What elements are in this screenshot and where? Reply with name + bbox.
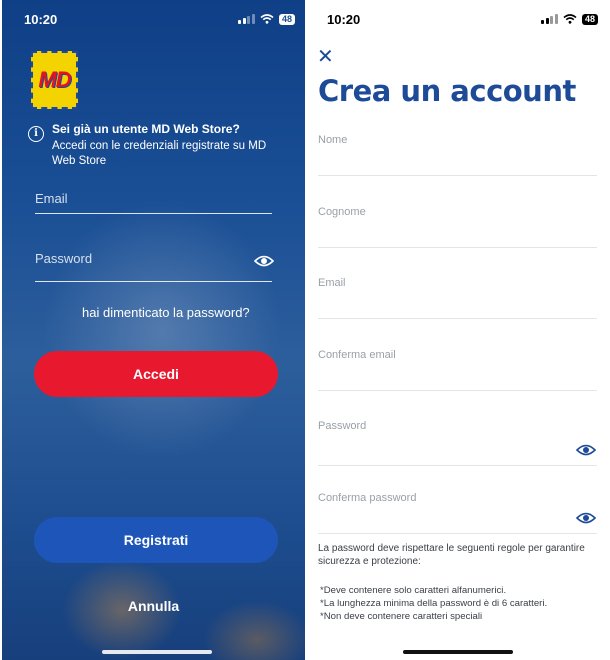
confirm-password-label: Conferma password [318,492,417,504]
confirm-email-label: Conferma email [318,349,396,361]
wifi-icon [260,14,274,24]
info-icon: i [28,126,44,142]
login-screen: 10:20 48 MD i Sei già un utente MD Web S… [2,0,305,660]
register-button[interactable]: Registrati [34,517,278,563]
eye-icon[interactable] [254,255,274,267]
nome-label: Nome [318,134,348,146]
signal-icon [541,14,558,24]
forgot-password-link[interactable]: hai dimenticato la password? [82,305,250,320]
confirm-password-field[interactable]: Conferma password [318,488,597,534]
login-button[interactable]: Accedi [34,351,278,397]
close-icon[interactable]: ✕ [317,44,334,68]
cognome-label: Cognome [318,206,366,218]
password-rules-intro: La password deve rispettare le seguenti … [318,543,585,567]
logo-text: MD [38,67,71,92]
email-placeholder: Email [35,191,68,206]
email-label: Email [318,277,346,289]
battery-icon: 48 [278,13,295,25]
email-field[interactable]: Email [35,190,272,214]
md-logo: MD [31,51,78,109]
password-label: Password [318,420,367,432]
cancel-button[interactable]: Annulla [2,598,305,614]
status-bar: 10:20 48 [305,0,610,38]
status-icons: 48 [541,13,598,25]
status-bar: 10:20 48 [2,0,305,38]
info-title: Sei già un utente MD Web Store? [52,122,240,136]
status-icons: 48 [238,13,295,25]
cognome-field[interactable]: Cognome [318,202,597,248]
eye-icon[interactable] [576,444,596,456]
email-field[interactable]: Email [318,273,597,319]
background-photo-person [42,200,282,460]
info-subtitle: Accedi con le credenziali registrate su … [52,140,267,167]
home-indicator[interactable] [403,650,513,654]
wifi-icon [563,14,577,24]
register-screen: 10:20 48 ✕ Crea un account Nome Cognome … [305,0,610,660]
signal-icon [238,14,255,24]
password-field[interactable]: Password [318,416,597,466]
battery-icon: 48 [581,13,598,25]
page-title: Crea un account [318,74,576,108]
status-time: 10:20 [24,11,58,27]
eye-icon[interactable] [576,512,596,524]
password-rule: *La lunghezza minima della password è di… [320,598,548,609]
password-placeholder: Password [35,251,93,266]
password-rule: *Non deve contenere caratteri speciali [320,611,483,622]
password-rule: *Deve contenere solo caratteri alfanumer… [320,585,507,596]
nome-field[interactable]: Nome [318,130,597,176]
screenshot-pair: 10:20 48 MD i Sei già un utente MD Web S… [0,0,610,660]
password-field[interactable]: Password [35,250,272,282]
home-indicator[interactable] [102,650,212,654]
password-rules-list: *Deve contenere solo caratteri alfanumer… [320,584,602,623]
confirm-email-field[interactable]: Conferma email [318,345,597,391]
status-time: 10:20 [327,11,361,27]
